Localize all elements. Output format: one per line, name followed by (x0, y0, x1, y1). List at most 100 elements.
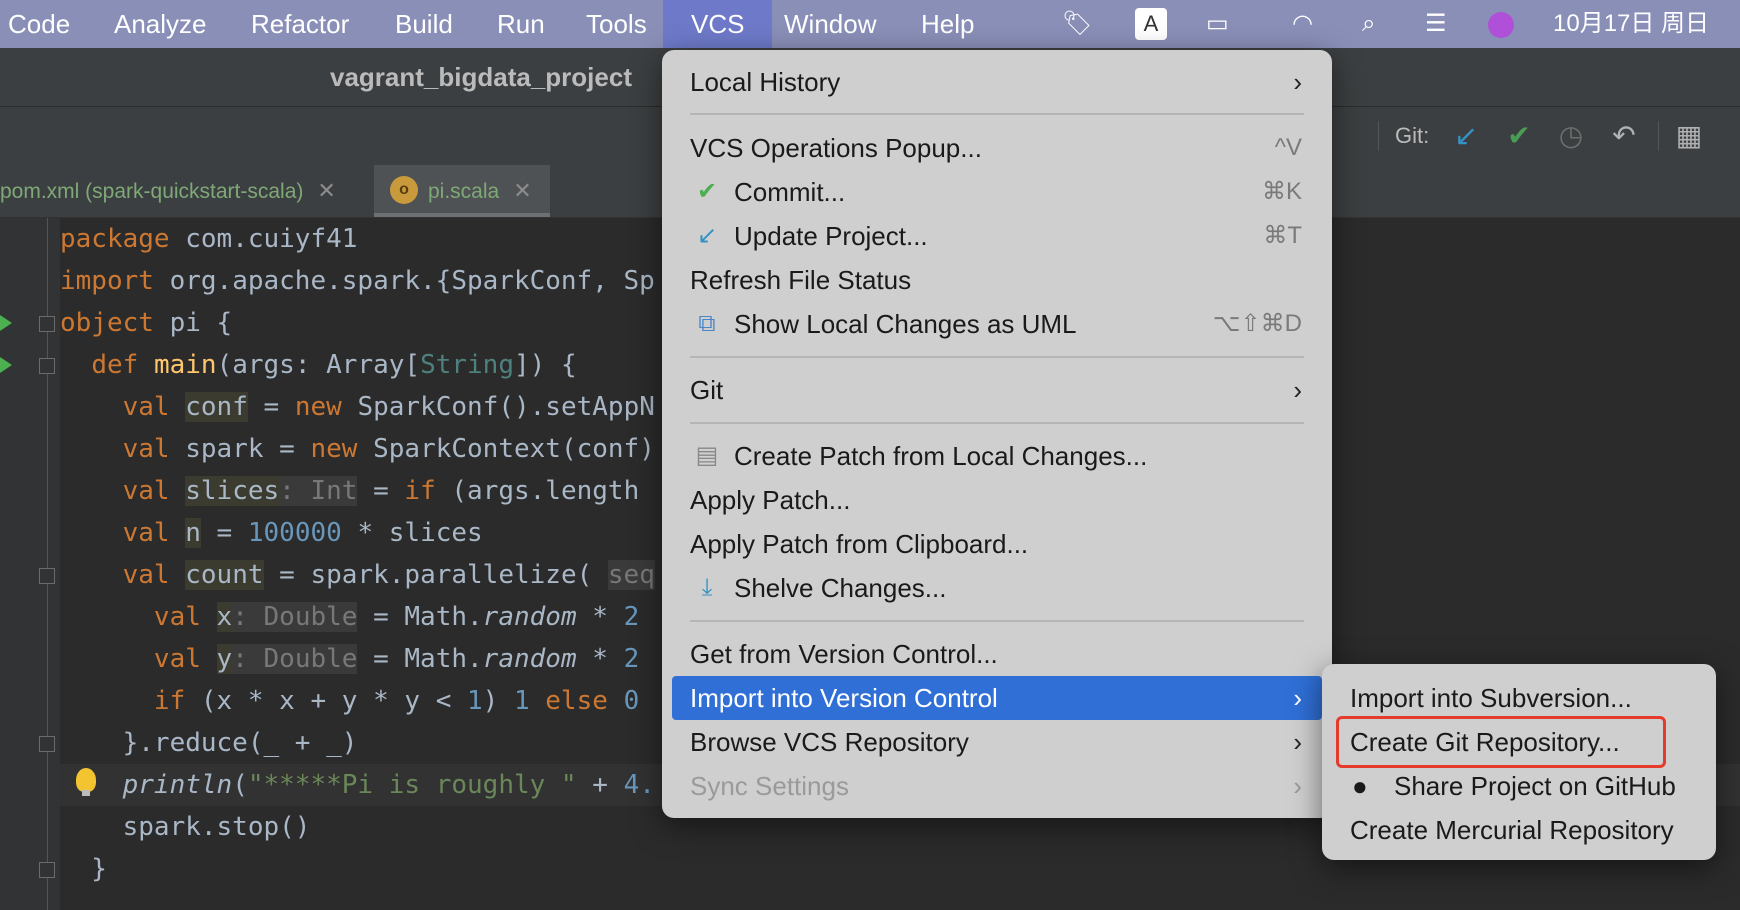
menu-item-import-into-vc[interactable]: Import into Version Control › (672, 676, 1322, 720)
menu-item-git[interactable]: Git › (662, 368, 1332, 412)
menu-item-label: Create Git Repository... (1350, 727, 1620, 757)
menu-item-create-git-repository[interactable]: Create Git Repository... (1322, 716, 1716, 768)
git-update-icon[interactable]: ↙ (1447, 117, 1485, 155)
chevron-right-icon: › (1293, 683, 1302, 713)
close-icon[interactable]: ✕ (317, 178, 335, 203)
code-line: val n = 100000 * slices (122, 518, 483, 548)
code-line: val count = spark.parallelize( seq (122, 560, 655, 590)
menu-item-label: VCS Operations Popup... (690, 133, 982, 163)
menu-clock[interactable]: 10月17日 周日 (1553, 0, 1709, 48)
code-line: object pi { (60, 308, 233, 338)
code-line: import org.apache.spark.{SparkConf, Sp (60, 266, 655, 296)
code-line: val slices: Int = if (args.length (122, 476, 640, 506)
menu-item-commit[interactable]: ✔ Commit... ⌘K (662, 170, 1332, 214)
code-line: } (60, 854, 107, 884)
menu-item-label: Local History (690, 67, 841, 97)
menu-item-label: Create Patch from Local Changes... (734, 441, 1148, 471)
github-icon: ● (1352, 771, 1368, 801)
toolbar-separator (1658, 121, 1659, 151)
code-line: println("*****Pi is roughly " + 4. (122, 770, 655, 800)
battery-icon[interactable]: ▭ (1206, 0, 1229, 48)
menu-separator (690, 113, 1304, 115)
shortcut-label: ^V (1274, 134, 1302, 161)
menu-refactor[interactable]: Refactor (251, 0, 349, 48)
menu-item-label: Sync Settings (690, 771, 849, 801)
close-icon[interactable]: ✕ (513, 178, 531, 203)
git-commit-icon[interactable]: ✔ (1500, 117, 1538, 155)
menu-item-create-mercurial[interactable]: Create Mercurial Repository (1322, 808, 1716, 852)
control-center-icon[interactable]: ☰ (1425, 0, 1447, 48)
code-line: val x: Double = Math.random * 2 (153, 602, 640, 632)
rollback-icon[interactable]: ↶ (1605, 117, 1643, 155)
menu-item-label: Browse VCS Repository (690, 727, 969, 757)
menu-separator (690, 356, 1304, 358)
menu-item-sync-settings: Sync Settings › (662, 764, 1332, 808)
menu-item-label: Commit... (734, 177, 846, 207)
shortcut-label: ⌥⇧⌘D (1212, 310, 1302, 337)
menu-window[interactable]: Window (784, 0, 876, 48)
fold-icon[interactable] (39, 358, 55, 374)
input-method-icon[interactable]: A (1135, 8, 1167, 40)
code-line: def main(args: Array[String]) { (91, 350, 577, 380)
fold-icon[interactable] (39, 316, 55, 332)
code-line: spark.stop() (60, 812, 311, 842)
code-line: package com.cuiyf41 (60, 224, 358, 254)
menu-tools[interactable]: Tools (586, 0, 647, 48)
tab-pom-xml[interactable]: pom.xml (spark-quickstart-scala) ✕ (0, 165, 336, 217)
fold-icon[interactable] (39, 736, 55, 752)
siri-icon[interactable] (1488, 12, 1514, 38)
code-line: val conf = new SparkConf().setAppN (122, 392, 655, 422)
search-icon[interactable]: ⌕ (1362, 0, 1375, 48)
update-arrow-icon: ↙ (696, 222, 718, 249)
menu-item-label: Share Project on GitHub (1394, 771, 1676, 801)
uml-diagram-icon: ⧉ (698, 310, 716, 337)
fold-icon[interactable] (39, 862, 55, 878)
macos-menu-bar: Code Analyze Refactor Build Run Tools VC… (0, 0, 1740, 48)
git-label: Git: (1395, 123, 1430, 148)
menu-separator (690, 422, 1304, 424)
history-icon[interactable]: ◷ (1552, 117, 1590, 155)
run-icon[interactable] (0, 315, 12, 331)
checkmark-icon: ✔ (696, 178, 718, 205)
code-line: }.reduce(_ + _) (60, 728, 358, 758)
vcs-dropdown-menu: Local History › VCS Operations Popup... … (662, 50, 1332, 818)
menu-item-browse-vcs[interactable]: Browse VCS Repository › (662, 720, 1332, 764)
menu-code[interactable]: Code (8, 0, 70, 48)
menu-item-get-from-vc[interactable]: Get from Version Control... (662, 632, 1332, 676)
menu-build[interactable]: Build (395, 0, 453, 48)
menu-item-refresh-file-status[interactable]: Refresh File Status (662, 258, 1332, 302)
menu-item-vcs-operations-popup[interactable]: VCS Operations Popup... ^V (662, 126, 1332, 170)
code-line: if (x * x + y * y < 1) 1 else 0 (153, 686, 640, 716)
project-structure-icon[interactable]: ▦ (1670, 117, 1708, 155)
menu-item-shelve-changes[interactable]: ⤓ Shelve Changes... (662, 566, 1332, 610)
tab-pi-scala[interactable]: o pi.scala ✕ (374, 165, 550, 217)
menu-item-label: Create Mercurial Repository (1350, 815, 1674, 845)
chevron-right-icon: › (1293, 375, 1302, 405)
menu-item-apply-patch-clipboard[interactable]: Apply Patch from Clipboard... (662, 522, 1332, 566)
menu-item-apply-patch[interactable]: Apply Patch... (662, 478, 1332, 522)
menu-item-local-history[interactable]: Local History › (662, 60, 1332, 104)
wifi-icon[interactable]: ◠ (1292, 0, 1313, 48)
chevron-right-icon: › (1293, 771, 1302, 801)
fold-icon[interactable] (39, 568, 55, 584)
menu-item-show-uml[interactable]: ⧉ Show Local Changes as UML ⌥⇧⌘D (662, 302, 1332, 346)
chevron-right-icon: › (1293, 67, 1302, 97)
tag-icon[interactable]: 🏷 (1062, 0, 1092, 48)
menu-item-share-github[interactable]: ● Share Project on GitHub (1322, 764, 1716, 808)
shelve-icon: ⤓ (701, 574, 713, 601)
shortcut-label: ⌘T (1263, 222, 1302, 249)
menu-item-label: Git (690, 375, 724, 405)
run-icon[interactable] (0, 357, 12, 373)
menu-item-create-patch[interactable]: ▤ Create Patch from Local Changes... (662, 434, 1332, 478)
menu-run[interactable]: Run (497, 0, 545, 48)
menu-vcs[interactable]: VCS (663, 0, 773, 48)
menu-item-label: Apply Patch from Clipboard... (690, 529, 1029, 559)
menu-item-import-subversion[interactable]: Import into Subversion... (1322, 676, 1716, 720)
menu-item-label: Show Local Changes as UML (734, 309, 1077, 339)
menu-help[interactable]: Help (921, 0, 974, 48)
menu-analyze[interactable]: Analyze (114, 0, 207, 48)
menu-item-update-project[interactable]: ↙ Update Project... ⌘T (662, 214, 1332, 258)
menu-item-label: Get from Version Control... (690, 639, 998, 669)
tab-label: pi.scala (428, 180, 500, 203)
tab-label: pom.xml (spark-quickstart-scala) (0, 180, 304, 203)
